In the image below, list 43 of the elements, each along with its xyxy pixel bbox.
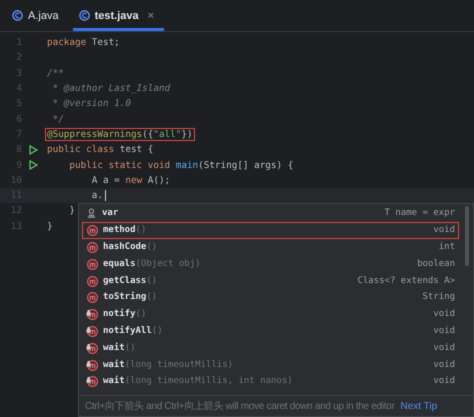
locked-method-icon bbox=[86, 358, 98, 371]
code-line: */ bbox=[52, 112, 65, 126]
completion-item[interactable]: getClass() Class<? extends A> bbox=[82, 272, 459, 289]
locked-method-icon bbox=[86, 324, 98, 337]
completion-item[interactable]: wait() void bbox=[82, 339, 459, 356]
stamp-icon bbox=[86, 208, 97, 219]
code-line: a. bbox=[90, 189, 104, 202]
locked-method-icon bbox=[86, 342, 98, 354]
code-line: /** bbox=[46, 66, 65, 80]
code-line: } bbox=[68, 204, 76, 218]
file-tab[interactable]: A.java bbox=[6, 0, 69, 31]
locked-method-icon bbox=[86, 375, 98, 388]
code-line: } bbox=[46, 220, 54, 233]
run-icon[interactable] bbox=[28, 160, 38, 170]
completion-item[interactable]: wait(long timeoutMillis) void bbox=[82, 356, 459, 373]
completion-item[interactable]: equals(Object obj) boolean bbox=[82, 255, 459, 272]
completion-item[interactable]: notifyAll() void bbox=[82, 322, 459, 340]
method-icon bbox=[86, 240, 98, 253]
scrollbar[interactable] bbox=[465, 206, 469, 266]
class-file-icon bbox=[12, 10, 23, 21]
method-icon bbox=[86, 291, 98, 304]
locked-method-icon bbox=[86, 308, 98, 320]
code-line: A a = new A(); bbox=[90, 174, 172, 187]
code-line: public class test { bbox=[46, 143, 154, 156]
code-line: * @version 1.0 bbox=[52, 97, 132, 110]
method-icon bbox=[86, 274, 98, 287]
completion-item[interactable]: var T name = expr bbox=[82, 205, 459, 222]
hint-text: Ctrl+向下箭头 and Ctrl+向上箭头 will move caret down and up in the editor bbox=[85, 400, 395, 413]
code-line: public static void main(String[] args) { bbox=[68, 158, 294, 172]
code-line: package Test; bbox=[46, 36, 121, 50]
text-caret bbox=[104, 190, 106, 202]
next-tip-link[interactable]: Next Tip bbox=[400, 400, 438, 412]
code-line: * @author Last_Island bbox=[52, 82, 172, 96]
method-icon bbox=[86, 258, 98, 270]
method-icon bbox=[86, 224, 98, 236]
class-file-icon bbox=[78, 10, 90, 21]
run-icon[interactable] bbox=[28, 144, 38, 155]
file-tab[interactable]: test.java × bbox=[72, 0, 164, 31]
completion-item[interactable]: hashCode() int bbox=[82, 238, 459, 256]
completion-item[interactable]: toString() String bbox=[82, 288, 459, 306]
completion-item[interactable]: wait(long timeoutMillis, int nanos) void bbox=[82, 372, 459, 390]
completion-item[interactable]: notify() void bbox=[82, 306, 459, 323]
completion-item[interactable]: method() void bbox=[82, 222, 459, 239]
